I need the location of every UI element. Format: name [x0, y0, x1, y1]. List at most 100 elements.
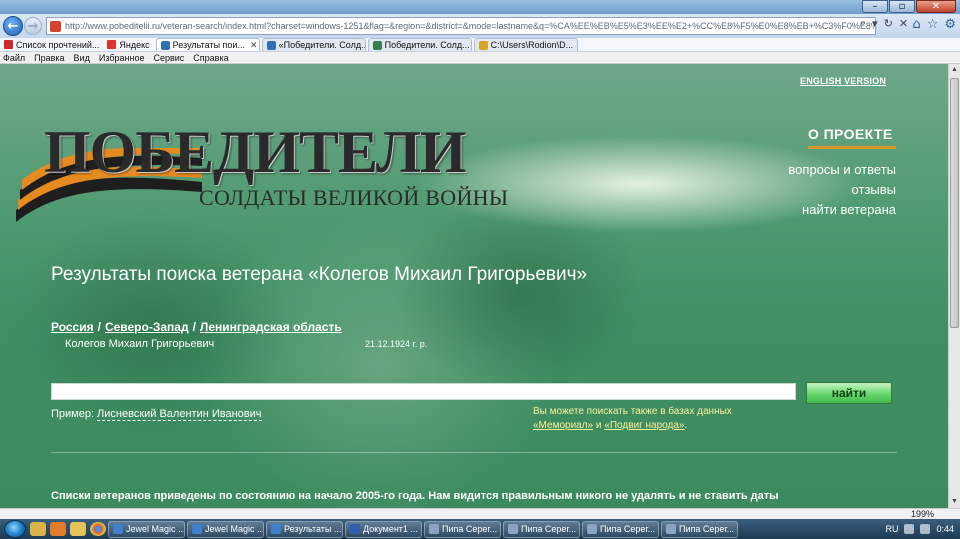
memorial-link[interactable]: «Мемориал» [533, 420, 593, 431]
scroll-thumb[interactable] [950, 78, 959, 328]
english-version-link[interactable]: ENGLISH VERSION [800, 76, 886, 86]
menu-edit[interactable]: Правка [34, 53, 64, 63]
task-label: Пипа Серег... [679, 524, 735, 534]
search-example: Пример: Лисневский Валентин Иванович [51, 408, 262, 421]
page-icon [266, 40, 276, 50]
clock[interactable]: 0:44 [936, 524, 954, 534]
media-player-icon[interactable] [50, 522, 66, 536]
ie-icon [192, 524, 202, 534]
result-veteran-name[interactable]: Колегов Михаил Григорьевич [65, 338, 214, 350]
favorite-link-yandex[interactable]: Яндекс [103, 40, 153, 50]
tab-pobediteli-1[interactable]: «Победители. Солд... [261, 38, 366, 51]
result-birth-date: 21.12.1924 г. р. [365, 339, 428, 349]
dropdown-icon[interactable]: ▾ [872, 17, 878, 30]
logo-subtitle: СОЛДАТЫ ВЕЛИКОЙ ВОЙНЫ [199, 185, 509, 210]
task-label: Пипа Серег... [442, 524, 498, 534]
about-project-link[interactable]: О ПРОЕКТЕ [808, 126, 893, 142]
window-controls: – ▫ ✕ [862, 0, 956, 13]
chrome-icon[interactable] [90, 522, 106, 536]
document-icon [429, 524, 439, 534]
breadcrumb-northwest[interactable]: Северо-Запад [105, 320, 189, 334]
search-icon[interactable]: ⌕ [860, 17, 866, 30]
divider [51, 452, 897, 453]
scroll-down-icon[interactable]: ▼ [949, 496, 960, 508]
bookmark-icon [4, 40, 13, 49]
taskbar-item[interactable]: Пипа Серег... [582, 520, 659, 538]
taskbar-item[interactable]: Пипа Серег... [424, 520, 501, 538]
example-name-link[interactable]: Лисневский Валентин Иванович [97, 408, 262, 421]
word-icon [350, 524, 360, 534]
tab-local-folder[interactable]: C:\Users\Rodion\D... [473, 38, 578, 51]
menu-bar: Файл Правка Вид Избранное Сервис Справка [0, 52, 960, 64]
network-icon[interactable] [904, 524, 915, 534]
zoom-level[interactable]: 199% [911, 509, 934, 519]
tab-pobediteli-2[interactable]: Победители. Солд... [367, 38, 472, 51]
nav-find-veteran-link[interactable]: найти ветерана [802, 202, 896, 217]
taskbar-item[interactable]: Jewel Magic ... [108, 520, 185, 538]
close-window-button[interactable]: ✕ [916, 0, 956, 13]
volume-icon[interactable] [920, 524, 931, 534]
breadcrumb-separator: / [97, 320, 101, 334]
search-input[interactable] [51, 383, 796, 400]
tab-search-results[interactable]: Результаты пои... ✕ [155, 38, 260, 51]
and-text: и [593, 420, 605, 431]
start-button[interactable] [4, 520, 26, 538]
favorites-tab-bar: Список прочтений... Яндекс Результаты по… [0, 38, 960, 52]
language-indicator[interactable]: RU [885, 524, 898, 534]
search-button[interactable]: найти [806, 382, 892, 404]
site-logo[interactable]: ПОБЕДИТЕЛИ СОЛДАТЫ ВЕЛИКОЙ ВОЙНЫ [14, 118, 514, 230]
address-url: http://www.pobeditelii.ru/veteran-search… [65, 21, 875, 31]
menu-help[interactable]: Справка [193, 53, 228, 63]
page-icon [160, 40, 170, 50]
taskbar: Jewel Magic ... Jewel Magic ... Результа… [0, 519, 960, 539]
taskbar-item[interactable]: Jewel Magic ... [187, 520, 264, 538]
ie-icon [271, 524, 281, 534]
yandex-icon [107, 40, 117, 49]
breadcrumb-separator: / [192, 320, 196, 334]
back-button[interactable]: ← [3, 16, 23, 36]
taskbar-item[interactable]: Документ1 ... [345, 520, 422, 538]
nav-reviews-link[interactable]: отзывы [852, 182, 896, 197]
document-icon [666, 524, 676, 534]
folder-icon [478, 40, 488, 50]
about-underline [808, 146, 896, 149]
document-icon [587, 524, 597, 534]
ie-icon [113, 524, 123, 534]
task-label: Jewel Magic ... [205, 524, 264, 534]
document-icon [508, 524, 518, 534]
breadcrumb: Россия / Северо-Запад / Ленинградская област… [51, 320, 342, 334]
scroll-up-icon[interactable]: ▲ [949, 64, 960, 76]
vertical-scrollbar[interactable]: ▲ ▼ [948, 64, 960, 508]
taskbar-item[interactable]: Пипа Серег... [503, 520, 580, 538]
logo-title: ПОБЕДИТЕЛИ [44, 119, 467, 185]
menu-tools[interactable]: Сервис [153, 53, 184, 63]
gear-icon[interactable]: ⚙ [944, 17, 956, 32]
address-tools: ⌕ ▾ ↻ ✕ [860, 17, 908, 30]
period-text: . [684, 420, 688, 431]
close-tab-icon[interactable]: ✕ [250, 40, 258, 51]
task-label: Пипа Серег... [600, 524, 656, 534]
breadcrumb-russia[interactable]: Россия [51, 320, 94, 334]
stop-icon[interactable]: ✕ [899, 17, 908, 30]
minimize-button[interactable]: – [862, 0, 888, 13]
favorite-label: Список прочтений... [16, 39, 100, 50]
forward-button[interactable]: → [24, 17, 42, 35]
home-icon[interactable]: ⌂ [912, 17, 920, 32]
explorer-icon[interactable] [30, 522, 46, 536]
favorite-link-reading-list[interactable]: Список прочтений... [0, 40, 103, 50]
nav-faq-link[interactable]: вопросы и ответы [788, 162, 896, 177]
taskbar-item[interactable]: Результаты ... [266, 520, 343, 538]
task-label: Jewel Magic ... [126, 524, 185, 534]
menu-favorites[interactable]: Избранное [99, 53, 145, 63]
breadcrumb-leningrad-region[interactable]: Ленинградская область [200, 320, 342, 334]
taskbar-item[interactable]: Пипа Серег... [661, 520, 738, 538]
podvig-naroda-link[interactable]: «Подвиг народа» [604, 420, 684, 431]
refresh-icon[interactable]: ↻ [884, 17, 893, 30]
maximize-button[interactable]: ▫ [889, 0, 915, 13]
tab-label: C:\Users\Rodion\D... [490, 40, 574, 50]
folder-icon[interactable] [70, 522, 86, 536]
address-bar[interactable]: http://www.pobeditelii.ru/veteran-search… [46, 17, 876, 35]
menu-file[interactable]: Файл [3, 53, 25, 63]
menu-view[interactable]: Вид [74, 53, 90, 63]
favorites-star-icon[interactable]: ☆ [927, 17, 939, 32]
